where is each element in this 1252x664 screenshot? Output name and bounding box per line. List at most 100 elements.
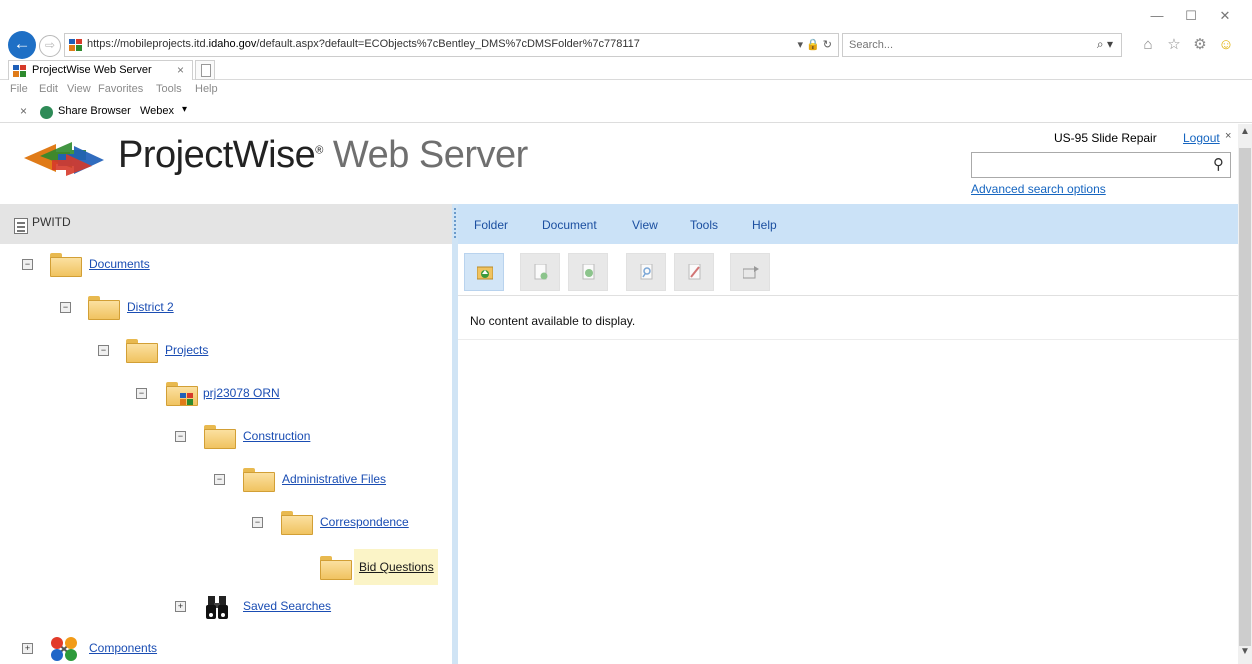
tree-node-components: + Components	[0, 634, 452, 664]
tree-label-construction[interactable]: Construction	[243, 429, 310, 443]
tree-node-bid-questions: Bid Questions	[0, 549, 452, 585]
collapse-toggle[interactable]: −	[214, 474, 225, 485]
magnify-document-icon	[640, 264, 653, 280]
new-document-button[interactable]	[520, 253, 560, 291]
new-tab-button[interactable]	[195, 60, 215, 80]
home-icon[interactable]: ⌂	[1138, 35, 1158, 55]
forward-button[interactable]: ⇨	[39, 35, 61, 57]
webex-link[interactable]: Webex	[140, 105, 174, 117]
star-icon[interactable]: ☆	[1164, 35, 1184, 55]
projectwise-badge-icon	[180, 393, 193, 405]
maximize-button[interactable]: ☐	[1176, 6, 1206, 26]
tree-node-projects: − Projects	[0, 336, 452, 366]
menu-tools[interactable]: Tools	[156, 83, 182, 95]
tree-node-documents: − Documents	[0, 250, 452, 280]
tree-label-saved-searches[interactable]: Saved Searches	[243, 599, 331, 613]
menu-file[interactable]: File	[10, 83, 28, 95]
expand-toggle[interactable]: +	[175, 601, 186, 612]
folder-icon	[50, 253, 82, 277]
content-menu-bar: Folder Document View Tools Help	[458, 204, 1238, 244]
url-prefix: https://mobileprojects.itd.	[87, 38, 209, 50]
search-icon[interactable]: ⚲	[1213, 155, 1224, 173]
empty-message: No content available to display.	[470, 314, 636, 328]
tree-label-administrative-files[interactable]: Administrative Files	[282, 472, 386, 486]
datasource-header: PWITD	[0, 204, 452, 244]
browser-search-box[interactable]: ⌕ ▾	[842, 33, 1122, 57]
close-favorites-icon[interactable]: ×	[20, 104, 27, 118]
tree-label-correspondence[interactable]: Correspondence	[320, 515, 409, 529]
brand-main: ProjectWise	[118, 134, 316, 176]
browser-chrome: — ☐ ✕ ← ⇨ https://mobileprojects.itd.ida…	[0, 0, 1252, 124]
url-controls[interactable]: ▾ 🔒 ↻	[797, 38, 832, 51]
brand-title: ProjectWise® Web Server	[118, 134, 528, 177]
menu-help[interactable]: Help	[752, 218, 777, 232]
tree-label-documents[interactable]: Documents	[89, 257, 150, 271]
tab-close-button[interactable]: ×	[177, 63, 184, 77]
view-document-button[interactable]	[626, 253, 666, 291]
collapse-toggle[interactable]: −	[98, 345, 109, 356]
advanced-search-link[interactable]: Advanced search options	[971, 182, 1106, 196]
logout-link[interactable]: Logout	[1183, 131, 1220, 145]
collapse-toggle[interactable]: −	[60, 302, 71, 313]
collapse-toggle[interactable]: −	[22, 259, 33, 270]
navigation-bar: ← ⇨ https://mobileprojects.itd.idaho.gov…	[0, 30, 1252, 59]
tab-projectwise[interactable]: ProjectWise Web Server ×	[8, 60, 193, 80]
minimize-button[interactable]: —	[1142, 6, 1172, 26]
chevron-down-icon[interactable]: ▾	[182, 104, 187, 115]
tree-label-components[interactable]: Components	[89, 641, 157, 655]
window-controls: — ☐ ✕	[1142, 6, 1252, 26]
folder-icon	[126, 339, 158, 363]
folder-icon	[281, 511, 313, 535]
menu-help[interactable]: Help	[195, 83, 218, 95]
gear-icon[interactable]: ⚙	[1190, 35, 1210, 55]
close-window-button[interactable]: ✕	[1210, 6, 1240, 26]
smiley-icon[interactable]: ☺	[1216, 35, 1236, 55]
collapse-toggle[interactable]: −	[136, 388, 147, 399]
url-text[interactable]: https://mobileprojects.itd.idaho.gov/def…	[87, 38, 640, 50]
brand-light: Web Server	[322, 134, 528, 176]
folder-icon	[88, 296, 120, 320]
browser-search-input[interactable]	[849, 37, 1069, 53]
expand-toggle[interactable]: +	[22, 643, 33, 654]
menu-tools[interactable]: Tools	[690, 218, 718, 232]
scroll-down-arrow-icon[interactable]: ▼	[1239, 646, 1251, 658]
tree-label-district-2[interactable]: District 2	[127, 300, 174, 314]
upload-icon	[582, 264, 595, 280]
menu-folder[interactable]: Folder	[474, 218, 508, 232]
page-search-input[interactable]	[976, 157, 1196, 173]
arrow-right-icon: ⇨	[44, 38, 56, 52]
logout-close-icon[interactable]: ×	[1225, 130, 1231, 142]
tree-node-prj23078: − prj23078 ORN	[0, 379, 452, 409]
binoculars-icon	[206, 596, 228, 619]
search-icon[interactable]: ⌕ ▾	[1097, 37, 1113, 52]
menu-document[interactable]: Document	[542, 218, 597, 232]
page-vertical-scrollbar[interactable]: ▲ ▼	[1238, 124, 1252, 664]
upload-button[interactable]	[568, 253, 608, 291]
datasource-icon	[14, 218, 28, 234]
edit-document-button[interactable]	[674, 253, 714, 291]
menu-view[interactable]: View	[67, 83, 91, 95]
menu-favorites[interactable]: Favorites	[98, 83, 143, 95]
tree-label-bid-questions[interactable]: Bid Questions	[359, 560, 434, 574]
share-browser-link[interactable]: Share Browser	[58, 105, 131, 117]
folder-icon	[243, 468, 275, 492]
back-button[interactable]: ←	[8, 31, 36, 59]
up-folder-button[interactable]	[464, 253, 504, 291]
projectwise-page: ProjectWise® Web Server US-95 Slide Repa…	[0, 124, 1238, 664]
menu-view[interactable]: View	[632, 218, 658, 232]
url-path: /default.aspx?default=ECObjects%7cBentle…	[256, 38, 640, 50]
page-search-box[interactable]: ⚲	[971, 152, 1231, 178]
new-document-icon	[534, 264, 548, 280]
collapse-toggle[interactable]: −	[175, 431, 186, 442]
tree-label-prj23078[interactable]: prj23078 ORN	[203, 386, 280, 400]
edit-document-icon	[688, 264, 701, 280]
address-bar[interactable]: https://mobileprojects.itd.idaho.gov/def…	[64, 33, 839, 57]
collapse-toggle[interactable]: −	[252, 517, 263, 528]
projectwise-favicon-icon	[13, 65, 26, 77]
move-to-folder-button[interactable]	[730, 253, 770, 291]
scroll-up-arrow-icon[interactable]: ▲	[1239, 126, 1251, 138]
menu-edit[interactable]: Edit	[39, 83, 58, 95]
tree-label-projects[interactable]: Projects	[165, 343, 208, 357]
scrollbar-thumb[interactable]	[1239, 148, 1251, 646]
tree-node-administrative-files: − Administrative Files	[0, 465, 452, 495]
